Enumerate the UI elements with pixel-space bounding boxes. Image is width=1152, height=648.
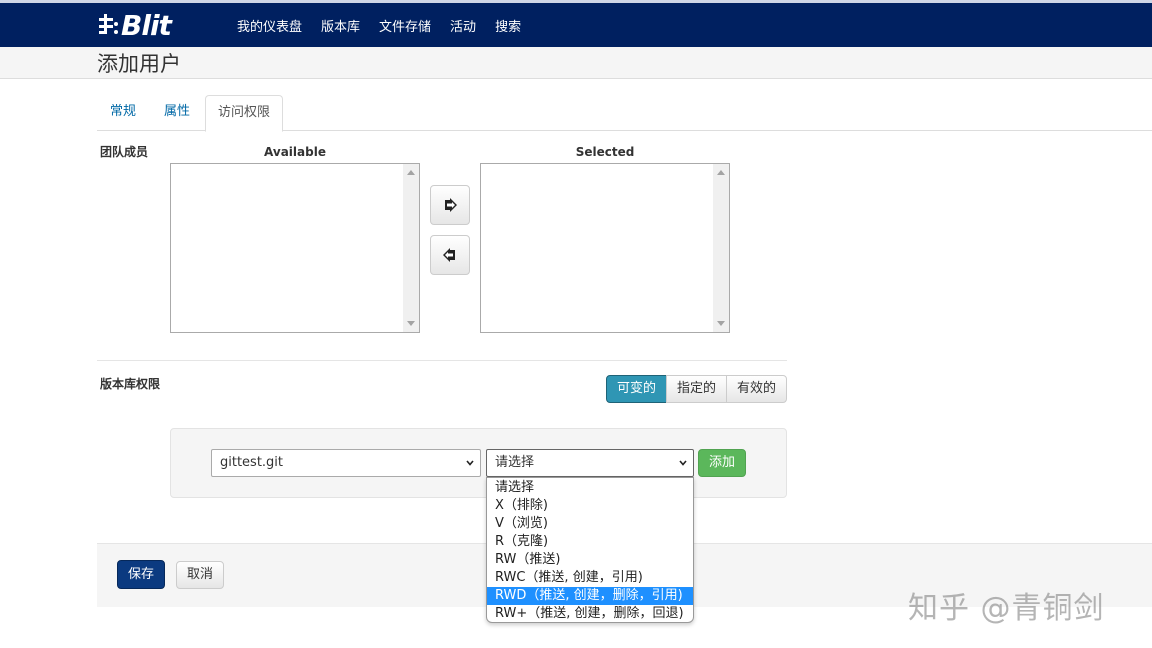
page-title: 添加用户 — [97, 52, 181, 76]
permission-select[interactable]: 请选择 — [486, 449, 694, 477]
main-nav: 我的仪表盘 版本库 文件存储 活动 搜索 — [237, 3, 540, 47]
perm-option-none[interactable]: 请选择 — [487, 479, 693, 497]
brand-text: Blit — [121, 8, 172, 42]
permission-select-value: 请选择 — [495, 455, 535, 470]
available-scrollbar[interactable] — [403, 164, 419, 332]
mode-explicit-button[interactable]: 指定的 — [666, 375, 728, 403]
tab-bar: 常规 属性 访问权限 — [97, 95, 1152, 132]
perm-option-x[interactable]: X（排除) — [487, 497, 693, 515]
nav-filestore[interactable]: 文件存储 — [379, 16, 431, 35]
permission-mode-group: 可变的 指定的 有效的 — [606, 375, 788, 403]
nav-repositories[interactable]: 版本库 — [321, 16, 360, 35]
chevron-down-icon — [466, 460, 474, 466]
perm-option-rw[interactable]: RW（推送) — [487, 551, 693, 569]
mode-mutable-button[interactable]: 可变的 — [606, 375, 668, 403]
perm-option-r[interactable]: R（克隆) — [487, 533, 693, 551]
save-button[interactable]: 保存 — [117, 560, 165, 589]
perm-option-rwc[interactable]: RWC（推送, 创建，引用) — [487, 569, 693, 587]
selected-title: Selected — [575, 145, 635, 159]
chevron-down-icon — [679, 460, 687, 466]
move-left-button[interactable] — [430, 235, 470, 275]
perm-option-rwd[interactable]: RWD（推送, 创建，删除，引用) — [487, 587, 693, 605]
mode-effective-button[interactable]: 有效的 — [726, 375, 788, 403]
add-permission-button[interactable]: 添加 — [698, 449, 746, 477]
nav-dashboard[interactable]: 我的仪表盘 — [237, 16, 302, 35]
arrow-right-icon — [445, 198, 457, 212]
top-navbar: Blit 我的仪表盘 版本库 文件存储 活动 搜索 — [0, 0, 1152, 47]
move-right-button[interactable] — [430, 185, 470, 225]
tab-general[interactable]: 常规 — [98, 95, 148, 131]
perm-option-v[interactable]: V（浏览) — [487, 515, 693, 533]
available-title: Available — [264, 145, 326, 159]
selected-scrollbar[interactable] — [713, 164, 729, 332]
tab-properties[interactable]: 属性 — [152, 95, 202, 131]
selected-list[interactable] — [480, 163, 730, 333]
repository-select[interactable]: gittest.git — [211, 449, 481, 477]
permission-dropdown: 请选择 X（排除) V（浏览) R（克隆) RW（推送) RWC（推送, 创建，… — [486, 477, 694, 623]
available-list[interactable] — [170, 163, 420, 333]
team-members-label: 团队成员 — [100, 145, 149, 159]
repo-permissions-label: 版本库权限 — [100, 377, 161, 391]
watermark: 知乎 @青铜剑 — [908, 591, 1105, 626]
cancel-button[interactable]: 取消 — [176, 561, 224, 589]
tab-permissions[interactable]: 访问权限 — [205, 95, 284, 132]
nav-search[interactable]: 搜索 — [495, 16, 521, 35]
gitblit-logo-icon — [97, 12, 119, 38]
perm-option-rwplus[interactable]: RW+（推送, 创建，删除，回退) — [487, 605, 693, 623]
brand-logo[interactable]: Blit — [97, 7, 172, 43]
arrow-left-icon — [443, 248, 455, 262]
section-divider — [97, 360, 787, 361]
repository-select-value: gittest.git — [220, 455, 284, 470]
nav-activity[interactable]: 活动 — [450, 16, 476, 35]
